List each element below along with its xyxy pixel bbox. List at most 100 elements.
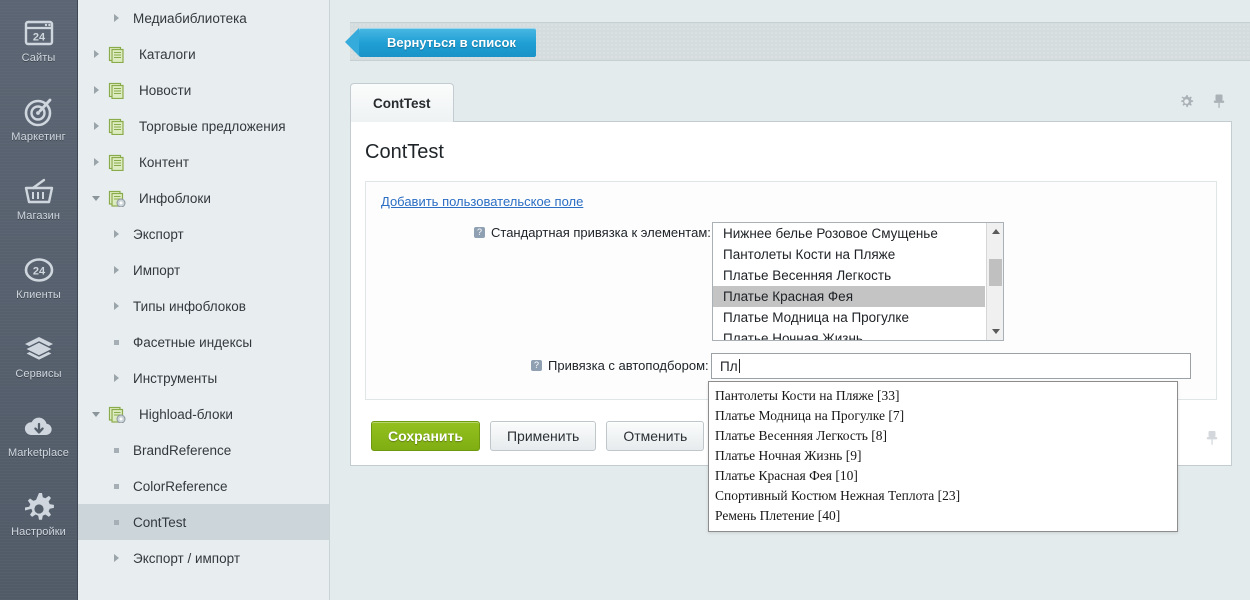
listbox-option[interactable]: Платье Весенняя Легкость [713,265,985,286]
help-icon[interactable]: ? [531,359,542,371]
rail-item-label: Сайты [21,51,56,64]
tab-conttest[interactable]: ContTest [350,83,454,123]
sidebar-item-12[interactable]: BrandReference [78,432,329,468]
sidebar-item-11[interactable]: Highload-блоки [78,396,329,432]
pin-icon[interactable] [1212,93,1226,112]
autocomplete-input[interactable]: Пл [711,353,1191,379]
gear-icon[interactable] [1179,94,1194,112]
scroll-down-arrow-icon[interactable] [987,323,1003,340]
chevron-right-icon[interactable] [88,86,104,94]
field-row-standard-binding: ? Стандартная привязка к элементам: [474,225,711,240]
sidebar-item-label: Каталоги [139,46,196,62]
infoblock-icon [108,46,130,63]
panel-pin-icon[interactable] [1205,429,1219,450]
listbox-option[interactable]: Платье Ночная Жизнь [713,328,985,340]
suggestion-item[interactable]: Пантолеты Кости на Пляже [33] [709,386,1177,406]
field-row-autocomplete-binding: ? Привязка с автоподбором: [531,352,709,378]
sidebar-item-4[interactable]: Контент [78,144,329,180]
left-icon-rail: 24 Сайты Маркетинг Магазин 24 Клиенты Се… [0,0,78,600]
chevron-right-icon[interactable] [88,122,104,130]
back-to-list-button[interactable]: Вернуться в список [345,28,536,57]
chevron-right-icon[interactable] [88,158,104,166]
tab-tools [1179,93,1226,112]
rail-item-marketplace[interactable]: Marketplace [0,395,77,474]
sidebar-item-1[interactable]: Каталоги [78,36,329,72]
svg-text:24: 24 [32,265,45,277]
sidebar-item-label: Контент [139,154,190,170]
sidebar-item-label: Медиабиблиотека [133,10,247,26]
sidebar-item-10[interactable]: Инструменты [78,360,329,396]
sidebar-item-label: Highload-блоки [139,406,233,422]
sidebar-item-3[interactable]: Торговые предложения [78,108,329,144]
clients-24-icon: 24 [22,253,56,287]
chevron-right-icon[interactable] [108,14,124,22]
sidebar-item-9[interactable]: Фасетные индексы [78,324,329,360]
chevron-right-icon[interactable] [108,374,124,382]
sidebar-item-7[interactable]: Импорт [78,252,329,288]
sidebar-item-0[interactable]: Медиабиблиотека [78,0,329,36]
autocomplete-input-value: Пл [720,358,738,374]
chevron-right-icon[interactable] [108,266,124,274]
sidebar-item-8[interactable]: Типы инфоблоков [78,288,329,324]
rail-item-label: Маркетинг [11,130,66,143]
chevron-right-icon[interactable] [108,302,124,310]
chevron-down-icon[interactable] [88,195,104,201]
chevron-down-icon[interactable] [88,411,104,417]
suggestion-item[interactable]: Ремень Плетение [40] [709,506,1177,526]
apply-button[interactable]: Применить [489,421,597,451]
sidebar-item-2[interactable]: Новости [78,72,329,108]
suggestion-item[interactable]: Платье Модница на Прогулке [7] [709,406,1177,426]
rail-item-label: Сервисы [15,367,62,380]
add-user-field-link[interactable]: Добавить пользовательское поле [381,194,583,209]
sidebar-item-6[interactable]: Экспорт [78,216,329,252]
autocomplete-binding-label-text: Привязка с автоподбором: [548,357,709,373]
suggestion-item[interactable]: Платье Весенняя Легкость [8] [709,426,1177,446]
autocomplete-binding-label: ? Привязка с автоподбором: [531,352,709,378]
chevron-right-icon[interactable] [108,230,124,238]
suggestion-item[interactable]: Спортивный Костюм Нежная Теплота [23] [709,486,1177,506]
chevron-right-icon[interactable] [108,554,124,562]
help-icon[interactable]: ? [474,227,485,238]
scrollbar-thumb[interactable] [989,259,1002,286]
infoblock-icon [108,82,130,99]
listbox-option[interactable]: Нижнее белье Розовое Смущенье [713,223,985,244]
rail-item-shop[interactable]: Магазин [0,158,77,237]
bullet-icon [108,483,124,489]
sidebar-item-label: ContTest [133,514,187,530]
sidebar-item-label: Фасетные индексы [133,334,253,350]
services-layers-icon [22,332,56,366]
sidebar-tree: Медиабиблиотека Каталоги Новости Торговые п… [78,0,330,600]
sidebar-item-14[interactable]: ContTest [78,504,329,540]
bullet-icon [108,339,124,345]
listbox-option[interactable]: Платье Модница на Прогулке [713,307,985,328]
tab-strip: ContTest [350,83,1232,123]
sidebar-item-15[interactable]: Экспорт / импорт [78,540,329,576]
listbox-option[interactable]: Платье Красная Фея [713,286,985,307]
bullet-icon [108,519,124,525]
suggestion-item[interactable]: Платье Ночная Жизнь [9] [709,446,1177,466]
sidebar-item-5[interactable]: Инфоблоки [78,180,329,216]
infoblock-icon [108,154,130,171]
listbox-scrollbar[interactable] [986,223,1003,340]
rail-item-settings[interactable]: Настройки [0,474,77,553]
save-button[interactable]: Сохранить [371,421,480,451]
cancel-button[interactable]: Отменить [606,421,705,451]
rail-item-services[interactable]: Сервисы [0,316,77,395]
shop-basket-icon [22,174,56,208]
rail-item-marketing[interactable]: Маркетинг [0,79,77,158]
listbox-option[interactable]: Пантолеты Кости на Пляже [713,244,985,265]
rail-item-clients[interactable]: 24 Клиенты [0,237,77,316]
sidebar-item-label: BrandReference [133,442,232,458]
sidebar-item-label: Типы инфоблоков [133,298,246,314]
page-title: ContTest [365,141,444,163]
listbox-options: Нижнее белье Розовое Смущенье Пантолеты К… [713,223,985,340]
autocomplete-suggestions[interactable]: Пантолеты Кости на Пляже [33] Платье Модн… [708,381,1178,532]
infoblock-gear-icon [108,406,130,423]
chevron-right-icon[interactable] [88,50,104,58]
sidebar-item-13[interactable]: ColorReference [78,468,329,504]
standard-binding-listbox[interactable]: Нижнее белье Розовое Смущенье Пантолеты К… [712,222,1004,341]
scroll-up-arrow-icon[interactable] [987,223,1003,240]
rail-item-label: Магазин [16,209,61,222]
suggestion-item[interactable]: Платье Красная Фея [10] [709,466,1177,486]
rail-item-sites[interactable]: 24 Сайты [0,0,77,79]
